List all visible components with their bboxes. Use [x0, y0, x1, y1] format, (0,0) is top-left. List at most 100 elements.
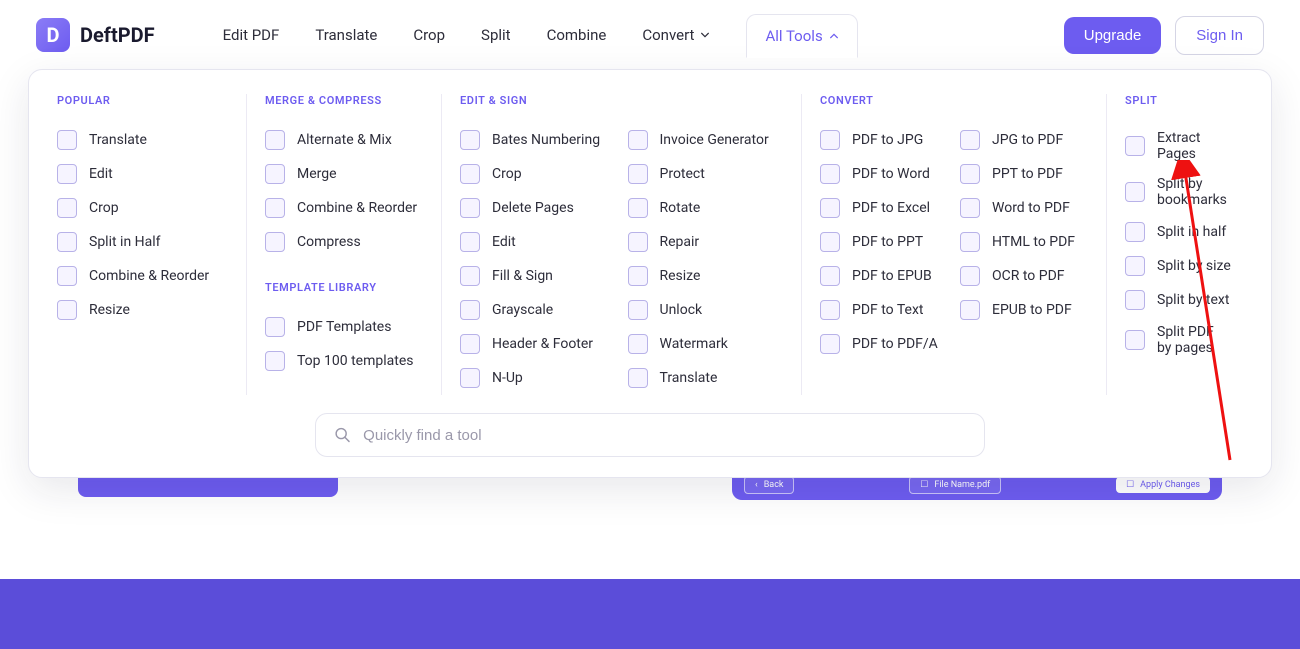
tool-label: Resize [660, 268, 701, 284]
head-popular: POPULAR [57, 94, 228, 107]
tool-label: PDF to Excel [852, 200, 930, 216]
tool-combine-reorder-2[interactable]: Combine & Reorder [265, 191, 423, 225]
signin-button[interactable]: Sign In [1175, 16, 1264, 55]
tool-split-text[interactable]: Split by text [1125, 283, 1231, 317]
tool-split-half-2[interactable]: Split in half [1125, 215, 1231, 249]
nav-split[interactable]: Split [481, 18, 511, 52]
tool-pdf-ppt[interactable]: PDF to PPT [820, 225, 948, 259]
logo[interactable]: D DeftPDF [36, 18, 155, 52]
head-template: TEMPLATE LIBRARY [265, 281, 423, 294]
tool-resize[interactable]: Resize [57, 293, 228, 327]
tool-label: Delete Pages [492, 200, 574, 216]
tool-alternate-mix[interactable]: Alternate & Mix [265, 123, 423, 157]
tool-grayscale[interactable]: Grayscale [460, 293, 616, 327]
logo-icon: D [36, 18, 70, 52]
tool-invoice[interactable]: Invoice Generator [628, 123, 784, 157]
tool-label: Invoice Generator [660, 132, 769, 148]
tool-pdf-pdfa[interactable]: PDF to PDF/A [820, 327, 948, 361]
tool-label: Grayscale [492, 302, 553, 318]
tool-split-half[interactable]: Split in Half [57, 225, 228, 259]
background-band [0, 579, 1300, 649]
tool-split-pages[interactable]: Split PDF by pages [1125, 317, 1231, 363]
translate-icon [57, 130, 77, 150]
tool-crop-2[interactable]: Crop [460, 157, 616, 191]
mega-menu: POPULAR Translate Edit Crop Split in Hal… [28, 69, 1272, 478]
tool-repair[interactable]: Repair [628, 225, 784, 259]
head-merge: MERGE & COMPRESS [265, 94, 423, 107]
nav-all-tools[interactable]: All Tools [746, 14, 857, 58]
nav-translate[interactable]: Translate [315, 18, 377, 52]
top100-icon [265, 351, 285, 371]
crop-icon [460, 164, 480, 184]
tool-edit-2[interactable]: Edit [460, 225, 616, 259]
tool-combine-reorder[interactable]: Combine & Reorder [57, 259, 228, 293]
tool-split-size[interactable]: Split by size [1125, 249, 1231, 283]
tool-pdf-text[interactable]: PDF to Text [820, 293, 948, 327]
ocr-icon [960, 266, 980, 286]
tool-top-100[interactable]: Top 100 templates [265, 344, 423, 378]
nav-crop[interactable]: Crop [413, 18, 445, 52]
tool-rotate[interactable]: Rotate [628, 191, 784, 225]
tool-translate[interactable]: Translate [57, 123, 228, 157]
tool-header-footer[interactable]: Header & Footer [460, 327, 616, 361]
nav-edit-pdf[interactable]: Edit PDF [223, 18, 280, 52]
col-convert: CONVERT PDF to JPG PDF to Word PDF to Ex… [801, 94, 1106, 395]
tool-label: Repair [660, 234, 700, 250]
tool-pdf-jpg[interactable]: PDF to JPG [820, 123, 948, 157]
tool-label: PDF to EPUB [852, 268, 932, 284]
tool-ocr-pdf[interactable]: OCR to PDF [960, 259, 1088, 293]
tool-label: HTML to PDF [992, 234, 1075, 250]
nav-convert[interactable]: Convert [642, 18, 710, 52]
tool-resize-2[interactable]: Resize [628, 259, 784, 293]
tool-pdf-templates[interactable]: PDF Templates [265, 310, 423, 344]
tool-word-pdf[interactable]: Word to PDF [960, 191, 1088, 225]
tool-translate-2[interactable]: Translate [628, 361, 784, 395]
tool-compress[interactable]: Compress [265, 225, 423, 259]
extract-icon [1125, 136, 1145, 156]
tool-label: Word to PDF [992, 200, 1070, 216]
tool-unlock[interactable]: Unlock [628, 293, 784, 327]
tool-pdf-excel[interactable]: PDF to Excel [820, 191, 948, 225]
chevron-down-icon [700, 30, 710, 40]
word-icon [960, 198, 980, 218]
merge-icon [265, 164, 285, 184]
word-icon [820, 164, 840, 184]
tool-bates[interactable]: Bates Numbering [460, 123, 616, 157]
ppt-icon [820, 232, 840, 252]
tool-epub-pdf[interactable]: EPUB to PDF [960, 293, 1088, 327]
tool-delete-pages[interactable]: Delete Pages [460, 191, 616, 225]
excel-icon [820, 198, 840, 218]
mega-grid: POPULAR Translate Edit Crop Split in Hal… [51, 94, 1249, 395]
tool-ppt-pdf[interactable]: PPT to PDF [960, 157, 1088, 191]
tool-jpg-pdf[interactable]: JPG to PDF [960, 123, 1088, 157]
col-merge: MERGE & COMPRESS Alternate & Mix Merge C… [246, 94, 441, 395]
tool-edit[interactable]: Edit [57, 157, 228, 191]
edit-icon [460, 232, 480, 252]
tool-fill-sign[interactable]: Fill & Sign [460, 259, 616, 293]
tool-label: PDF to JPG [852, 132, 923, 148]
tool-html-pdf[interactable]: HTML to PDF [960, 225, 1088, 259]
tool-nup[interactable]: N-Up [460, 361, 616, 395]
tool-pdf-epub[interactable]: PDF to EPUB [820, 259, 948, 293]
nav-combine[interactable]: Combine [547, 18, 607, 52]
tool-label: Split in half [1157, 224, 1226, 240]
tool-label: Watermark [660, 336, 728, 352]
tool-crop[interactable]: Crop [57, 191, 228, 225]
unlock-icon [628, 300, 648, 320]
logo-text: DeftPDF [80, 23, 155, 47]
tool-extract-pages[interactable]: Extract Pages [1125, 123, 1231, 169]
upgrade-button[interactable]: Upgrade [1064, 17, 1162, 54]
header-actions: Upgrade Sign In [1064, 16, 1264, 55]
tool-pdf-word[interactable]: PDF to Word [820, 157, 948, 191]
tool-watermark[interactable]: Watermark [628, 327, 784, 361]
search-input[interactable] [363, 427, 966, 444]
tool-split-bookmarks[interactable]: Split by bookmarks [1125, 169, 1231, 215]
col-edit: EDIT & SIGN Bates Numbering Crop Delete … [441, 94, 801, 395]
text-icon [820, 300, 840, 320]
tool-merge[interactable]: Merge [265, 157, 423, 191]
rotate-icon [628, 198, 648, 218]
search-box[interactable] [315, 413, 985, 457]
tool-label: PDF Templates [297, 319, 391, 335]
combine-icon [57, 266, 77, 286]
tool-protect[interactable]: Protect [628, 157, 784, 191]
